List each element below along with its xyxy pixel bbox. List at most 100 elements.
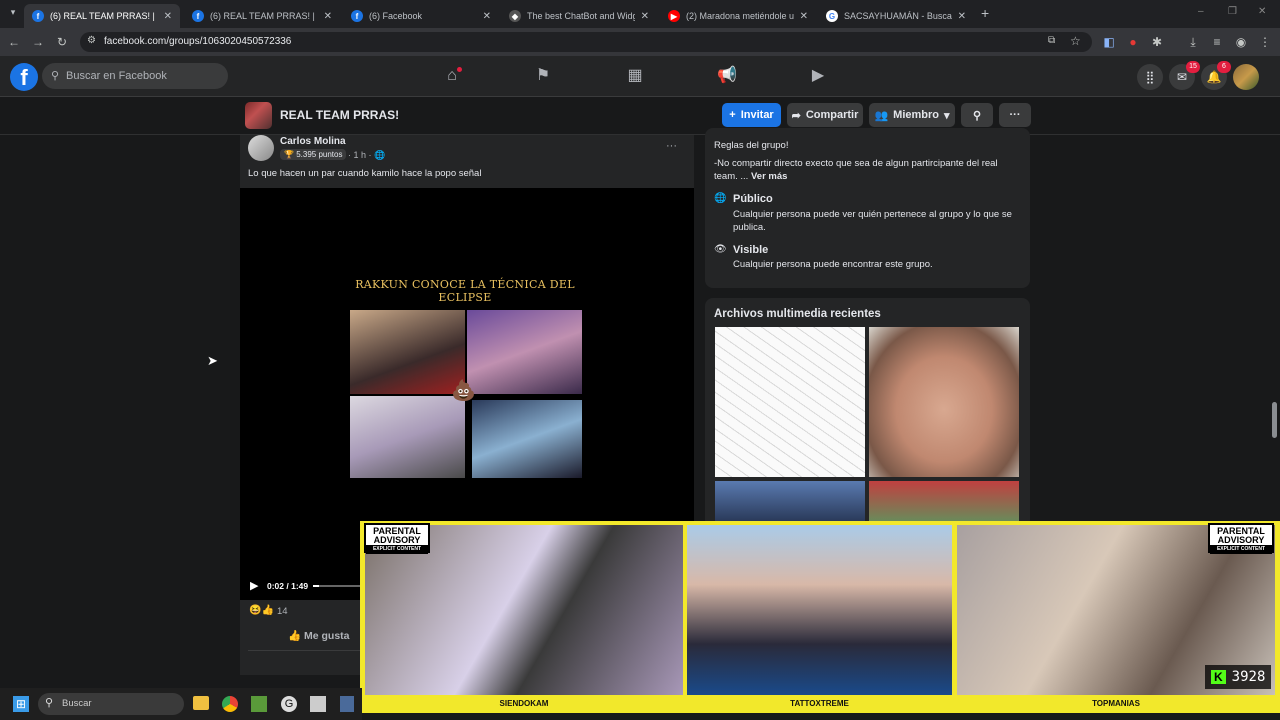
group-more-button[interactable]: ··· (999, 103, 1031, 127)
facebook-logo[interactable]: f (10, 63, 38, 91)
post-options-button[interactable]: ··· (666, 140, 677, 152)
file-explorer-icon[interactable] (193, 696, 209, 710)
public-desc: Cualquier persona puede ver quién perten… (733, 209, 1012, 233)
reaction-count[interactable]: 14 (277, 606, 288, 617)
author-avatar[interactable] (248, 135, 274, 161)
close-tab-icon[interactable]: ✕ (958, 11, 966, 22)
close-tab-icon[interactable]: ✕ (483, 11, 491, 22)
translate-icon[interactable]: ◧ (1101, 34, 1117, 50)
restore-icon[interactable]: ❐ (1228, 6, 1237, 17)
browser-tab[interactable]: f (6) Facebook ✕ (343, 4, 499, 28)
facebook-icon: f (351, 10, 363, 22)
reload-icon[interactable]: ↻ (54, 34, 70, 50)
pages-flag-icon[interactable]: ⚑ (531, 64, 555, 88)
notifications-badge: 6 (1217, 61, 1231, 73)
chevron-down-icon: ▾ (944, 109, 950, 122)
close-tab-icon[interactable]: ✕ (324, 11, 332, 22)
recent-media-title: Archivos multimedia recientes (714, 308, 881, 320)
taskbar-search-placeholder: Buscar (62, 698, 92, 709)
search-icon: ⚲ (45, 697, 54, 709)
app-icon[interactable]: G (281, 696, 297, 712)
media-thumb-sketch[interactable] (715, 327, 865, 477)
globe-icon: 🌐 (374, 150, 386, 160)
profile-icon[interactable]: ◉ (1233, 34, 1249, 50)
bookmark-star-icon[interactable]: ☆ (1070, 34, 1081, 48)
group-search-button[interactable]: ⚲ (961, 103, 993, 127)
close-tab-icon[interactable]: ✕ (164, 11, 172, 22)
browser-menu-icon[interactable]: ⋮ (1257, 34, 1273, 50)
group-name[interactable]: REAL TEAM PRRAS! (280, 108, 399, 122)
menu-grid-icon[interactable]: ⣿ (1137, 64, 1163, 90)
tab-search-icon[interactable]: ▾ (6, 7, 20, 21)
downloads-icon[interactable]: ⤓ (1185, 34, 1201, 50)
poop-emoji-sticker: 💩 (451, 380, 476, 402)
dashboard-icon[interactable]: ▦ (623, 64, 647, 88)
install-icon[interactable]: ⧉ (1048, 35, 1055, 46)
media-thumb-3[interactable] (715, 481, 865, 521)
video-title-text: RAKKUN CONOCE LA TÉCNICA DEL ECLIPSE (355, 278, 575, 304)
facebook-search[interactable]: ⚲ Buscar en Facebook (42, 63, 228, 89)
browser-tab[interactable]: ▶ (2) Maradona metiéndole un gol ✕ (660, 4, 816, 28)
new-tab-button[interactable]: + (981, 5, 995, 21)
close-tab-icon[interactable]: ✕ (800, 11, 808, 22)
app-icon[interactable] (310, 696, 326, 712)
post-time[interactable]: · 1 h · 🌐 (348, 150, 385, 161)
minimize-icon[interactable]: – (1198, 6, 1204, 17)
like-button[interactable]: 👍 Me gusta (288, 629, 350, 642)
messenger-badge: 15 (1186, 61, 1200, 73)
eye-icon: 👁 (714, 244, 727, 255)
calculator-icon[interactable] (340, 696, 354, 712)
cam-tattoxtreme (687, 525, 952, 695)
rules-text: -No compartir directo execto que sea de … (714, 158, 998, 182)
kick-logo-icon: K (1211, 670, 1226, 684)
viewer-counter: K 3928 (1205, 665, 1272, 689)
ads-megaphone-icon[interactable]: 📢 (715, 64, 739, 88)
visible-title: Visible (733, 244, 769, 256)
browser-tab[interactable]: f (6) REAL TEAM PRRAS! | DEJEN ✕ (184, 4, 340, 28)
video-time: 0:02 / 1:49 (267, 581, 309, 591)
taskbar-search[interactable]: ⚲ Buscar (38, 693, 184, 715)
chrome-icon[interactable] (222, 696, 238, 712)
play-icon[interactable]: ▶ (250, 579, 258, 592)
address-bar[interactable]: ⚙ facebook.com/groups/1063020450572336 ⧉… (80, 32, 1092, 52)
group-header-bar (0, 97, 1280, 135)
page-scrollbar-thumb[interactable] (1272, 402, 1277, 438)
post-author[interactable]: Carlos Molina (280, 136, 346, 147)
extensions-puzzle-icon[interactable]: ✱ (1149, 34, 1165, 50)
forward-icon[interactable]: → (30, 34, 46, 50)
extension-record-icon[interactable]: ● (1125, 34, 1141, 50)
search-icon: ⚲ (51, 70, 60, 82)
group-avatar[interactable] (245, 102, 272, 129)
site-info-icon[interactable]: ⚙ (87, 35, 96, 46)
share-button[interactable]: ➦ Compartir (787, 103, 863, 127)
tab-title: (6) REAL TEAM PRRAS! | DEJEN (210, 11, 318, 21)
search-placeholder: Buscar en Facebook (66, 70, 167, 82)
browser-tab[interactable]: ◆ The best ChatBot and Widgets ✕ (501, 4, 657, 28)
account-avatar[interactable] (1233, 64, 1259, 90)
tab-title: SACSAYHUAMÁN - Buscar con Google (844, 11, 952, 21)
tab-title: (6) REAL TEAM PRRAS! | Facebook (50, 11, 158, 21)
tab-title: (6) Facebook (369, 11, 423, 21)
media-thumb-4[interactable] (869, 481, 1019, 521)
member-button[interactable]: 👥 Miembro ▾ (869, 103, 955, 127)
minecraft-icon[interactable] (251, 696, 267, 712)
invite-button[interactable]: + Invitar (722, 103, 781, 127)
browser-tab[interactable]: f (6) REAL TEAM PRRAS! | Facebook ✕ (24, 4, 180, 28)
visible-desc: Cualquier persona puede encontrar este g… (733, 259, 933, 270)
reaction-icons[interactable]: 😆👍 (249, 605, 274, 616)
search-icon: ⚲ (972, 109, 982, 122)
media-controls-icon[interactable]: ≡ (1209, 34, 1225, 50)
browser-tab[interactable]: G SACSAYHUAMÁN - Buscar con Google ✕ (818, 4, 974, 28)
back-icon[interactable]: ← (6, 34, 22, 50)
close-window-icon[interactable]: ✕ (1258, 6, 1266, 17)
watch-video-icon[interactable]: ▶ (806, 64, 830, 88)
chatbot-icon: ◆ (509, 10, 521, 22)
media-thumb-face[interactable] (869, 327, 1019, 477)
youtube-icon: ▶ (668, 10, 680, 22)
parental-advisory-logo: PARENTAL ADVISORY EXPLICIT CONTENT (364, 523, 430, 554)
google-icon: G (826, 10, 838, 22)
windows-start-icon[interactable]: ⊞ (13, 696, 29, 712)
close-tab-icon[interactable]: ✕ (641, 11, 649, 22)
see-more-link[interactable]: Ver más (751, 171, 787, 182)
cam-label: TATTOXTREME (790, 699, 849, 708)
